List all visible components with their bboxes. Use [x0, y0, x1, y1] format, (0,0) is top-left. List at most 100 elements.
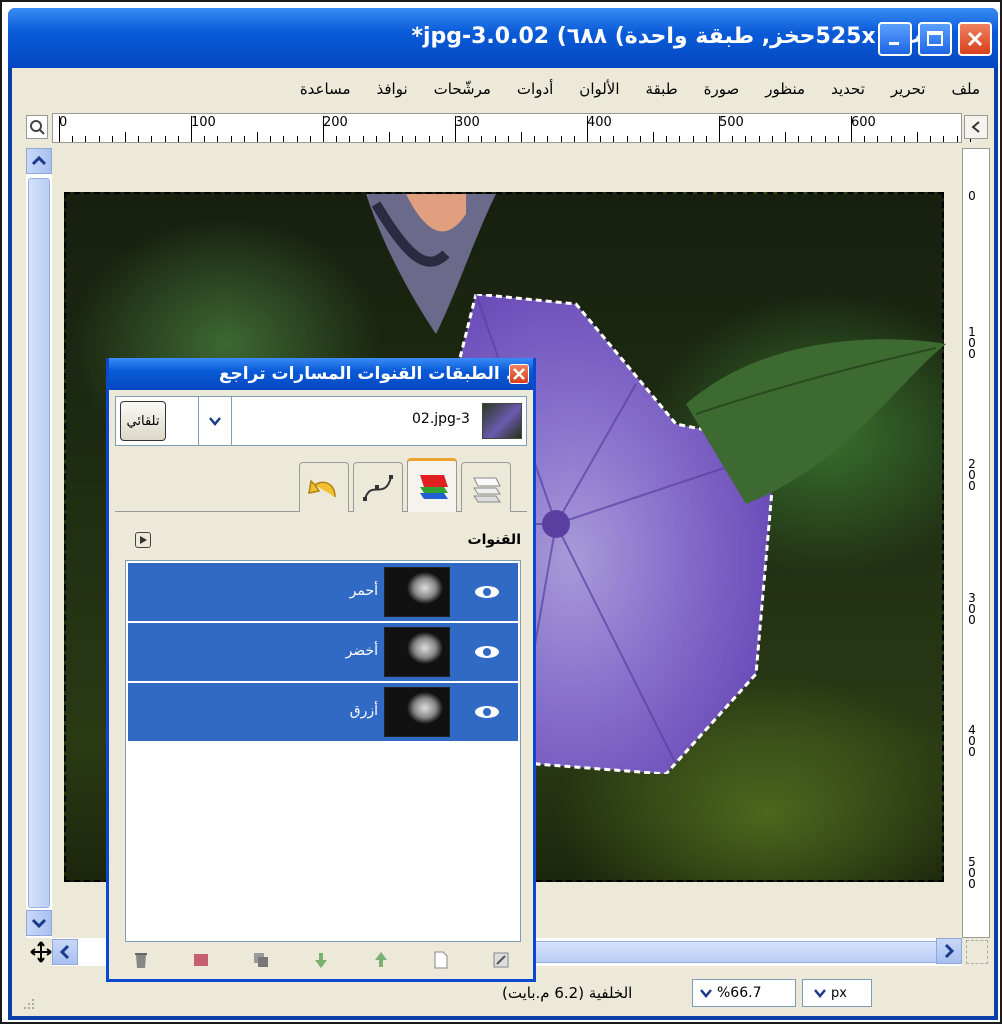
- dock-tabs: [115, 454, 527, 512]
- resize-grip-icon[interactable]: [18, 993, 36, 1011]
- dock-close-button[interactable]: [509, 364, 529, 384]
- image-thumbnail: [482, 403, 522, 439]
- minimize-icon: [889, 42, 899, 45]
- tab-undo[interactable]: [299, 462, 349, 512]
- zoom-fit-toggle[interactable]: [966, 940, 988, 964]
- ruler-tick: [956, 136, 958, 142]
- scroll-left-button[interactable]: [52, 939, 78, 965]
- arrow-left-icon: [971, 121, 980, 133]
- quick-mask-toggle[interactable]: [26, 115, 48, 139]
- ruler-tick: [811, 136, 813, 142]
- menu-windows[interactable]: نوافذ: [377, 80, 408, 98]
- navigate-move-icon[interactable]: [30, 940, 52, 964]
- paths-icon: [363, 474, 393, 501]
- close-button[interactable]: [958, 22, 992, 56]
- close-icon: [967, 31, 983, 47]
- scroll-down-button[interactable]: [26, 910, 52, 936]
- ruler-tick: [191, 116, 192, 142]
- ruler-tick: [59, 116, 60, 142]
- layers-icon: [473, 477, 501, 502]
- menu-help[interactable]: مساعدة: [300, 80, 351, 98]
- ruler-tick: [560, 136, 562, 142]
- channel-row-blue[interactable]: أزرق: [128, 683, 518, 741]
- lower-arrow-icon[interactable]: [311, 950, 331, 970]
- unit-value: px: [831, 985, 847, 1001]
- eye-icon[interactable]: [472, 641, 502, 663]
- tab-layers[interactable]: [461, 462, 511, 512]
- channels-empty-area[interactable]: [128, 743, 518, 939]
- scroll-thumb[interactable]: [472, 941, 942, 963]
- minimize-button[interactable]: [878, 22, 912, 56]
- eye-icon[interactable]: [472, 581, 502, 603]
- ruler-tick: [837, 136, 839, 142]
- ruler-tick: [243, 136, 245, 142]
- ruler-tick: [851, 116, 852, 142]
- scroll-thumb[interactable]: [28, 178, 50, 908]
- ruler-tick: [626, 136, 628, 142]
- navigate-toggle[interactable]: [964, 115, 988, 139]
- menu-layer[interactable]: طبقة: [646, 80, 678, 98]
- auto-button[interactable]: تلقائي: [120, 401, 166, 441]
- channel-label: أحمر: [349, 583, 378, 599]
- vertical-scrollbar[interactable]: [26, 148, 52, 938]
- menu-bar: ملف تحرير تحديد منظور صورة طبقة الألوان …: [12, 68, 994, 110]
- channel-row-green[interactable]: أخضر: [128, 623, 518, 681]
- edit-icon[interactable]: [491, 950, 511, 970]
- zoom-dropdown[interactable]: %66.7: [692, 979, 796, 1007]
- ruler-tick: [296, 136, 298, 142]
- ruler-tick: [917, 132, 918, 142]
- new-channel-icon[interactable]: [431, 950, 451, 970]
- maximize-button[interactable]: [918, 22, 952, 56]
- zoom-value: %66.7: [717, 985, 762, 1001]
- menu-view[interactable]: منظور: [765, 80, 805, 98]
- ruler-tick: [573, 136, 575, 142]
- channel-row-red[interactable]: أحمر: [128, 563, 518, 621]
- ruler-label: 3 0 0: [968, 591, 976, 627]
- channels-panel-header: القنوات: [115, 522, 527, 558]
- ruler-tick: [362, 136, 364, 142]
- title-bar[interactable]: جمب - 525xحخز, طبقة واحدة) ٦٨٨) 02.jpg-3…: [8, 8, 998, 68]
- scroll-up-button[interactable]: [26, 148, 52, 174]
- eye-icon[interactable]: [472, 701, 502, 723]
- ruler-tick: [415, 136, 417, 142]
- ruler-tick: [930, 136, 932, 142]
- menu-tools[interactable]: أدوات: [517, 80, 553, 98]
- vertical-ruler[interactable]: 0 1 0 0 2 0 0 3 0 0 4 0 0 5 0 0: [962, 148, 990, 938]
- screenshot-frame: جمب - 525xحخز, طبقة واحدة) ٦٨٨) 02.jpg-3…: [0, 0, 1002, 1024]
- channels-icon: [420, 474, 448, 499]
- chevron-down-icon: [700, 989, 712, 998]
- menu-edit[interactable]: تحرير: [891, 80, 926, 98]
- menu-image[interactable]: صورة: [704, 80, 740, 98]
- ruler-label: 4 0 0: [968, 723, 976, 759]
- menu-select[interactable]: تحديد: [831, 80, 865, 98]
- unit-dropdown[interactable]: px: [802, 979, 872, 1007]
- ruler-tick: [679, 136, 681, 142]
- tab-channels[interactable]: [407, 458, 457, 512]
- ruler-tick: [428, 136, 430, 142]
- channel-thumbnail: [384, 627, 450, 677]
- gimp-image-window: جمب - 525xحخز, طبقة واحدة) ٦٨٨) 02.jpg-3…: [8, 8, 998, 1020]
- image-combo-dropdown[interactable]: [198, 397, 232, 445]
- undo-icon: [308, 478, 336, 497]
- menu-filters[interactable]: مرشّحات: [434, 80, 491, 98]
- raise-arrow-icon[interactable]: [371, 950, 391, 970]
- menu-colors[interactable]: الألوان: [579, 80, 619, 98]
- image-selector: تلقائي 02.jpg-3: [115, 396, 527, 446]
- horizontal-ruler[interactable]: 0 100 200 300 400 500 600: [52, 113, 971, 143]
- ruler-tick: [455, 116, 456, 142]
- dock-title-bar[interactable]: ... الطبقات القنوات المسارات تراجع: [109, 358, 533, 390]
- panel-menu-button[interactable]: [135, 532, 151, 548]
- maximize-icon: [927, 31, 943, 46]
- scroll-right-button[interactable]: [936, 938, 962, 964]
- ruler-label: 200: [323, 115, 348, 130]
- channel-to-selection-icon[interactable]: [191, 950, 211, 970]
- ruler-tick: [125, 132, 126, 142]
- duplicate-icon[interactable]: [251, 950, 271, 970]
- tab-paths[interactable]: [353, 462, 403, 512]
- channel-label: أخضر: [345, 643, 378, 659]
- ruler-tick: [534, 136, 536, 142]
- ruler-tick: [402, 136, 404, 142]
- delete-icon[interactable]: [131, 950, 151, 970]
- ruler-tick: [890, 136, 892, 142]
- menu-file[interactable]: ملف: [951, 80, 980, 98]
